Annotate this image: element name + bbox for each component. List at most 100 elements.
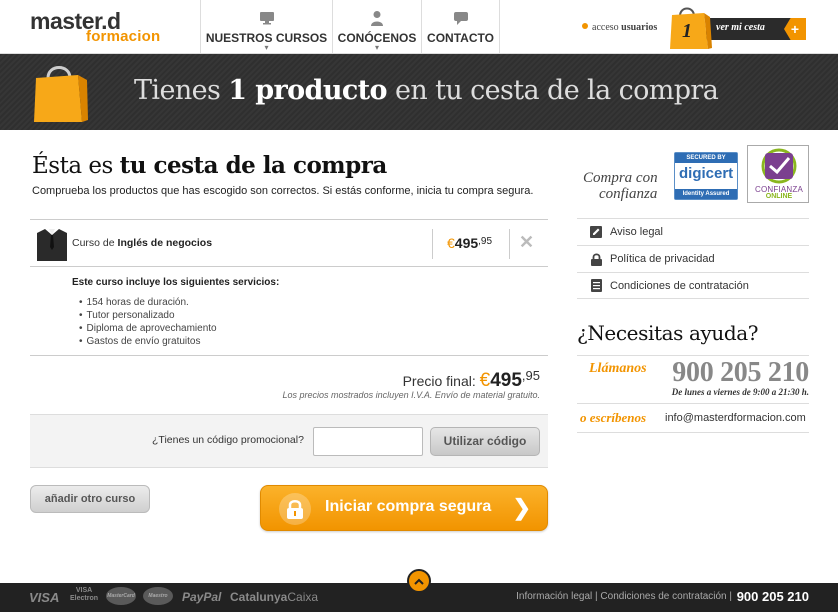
link-label: Aviso legal [610, 226, 663, 238]
cart-count: 1 [682, 20, 692, 42]
product-price: €495,95 [447, 235, 492, 251]
chevron-up-icon [414, 578, 424, 585]
help-phone[interactable]: 900 205 210 [672, 357, 809, 389]
lock-icon [589, 252, 603, 266]
banner-title-c: en tu cesta de la compra [394, 75, 719, 106]
final-price: Precio final: €495,95 [403, 368, 540, 392]
masterd-logo[interactable]: master.D Formacion [30, 10, 190, 46]
pencil-icon [589, 225, 603, 239]
title-b: tu cesta de la compra [119, 152, 388, 179]
help-hours: De lunes a viernes de 9:00 a 21:30 h. [671, 387, 809, 397]
footer-phone[interactable]: 900 205 210 [737, 589, 809, 604]
list-item: 154 horas de duración. [72, 296, 279, 309]
shopping-bag-icon [32, 62, 88, 124]
monitor-icon [258, 9, 276, 27]
cesta-bar: ver mi cesta + [706, 18, 806, 40]
cart-banner: Tienes 1 producto en tu cesta de la comp… [0, 54, 838, 130]
suit-icon [36, 227, 68, 261]
promo-code-section: ¿Tienes un código promocional? Utilizar … [30, 414, 548, 468]
main-nav: NUESTROS CURSOS ▾ CONÓCENOS ▾ CONTACTO [200, 0, 500, 54]
currency-symbol: € [447, 235, 455, 251]
list-item: Gastos de envío gratuitos [72, 335, 279, 348]
help-title: ¿Necesitas ayuda? [577, 321, 759, 345]
final-price-int: 495 [490, 370, 522, 391]
divider [432, 229, 433, 259]
ver-mi-cesta-button[interactable]: ver mi cesta + 1 [668, 4, 810, 50]
services-list: 154 horas de duración. Tutor personaliza… [72, 296, 279, 348]
logo-text-formacion: Formacion [86, 28, 161, 45]
sidebar-link-aviso-legal[interactable]: Aviso legal [577, 218, 809, 245]
currency-symbol: € [479, 370, 491, 391]
digicert-seal[interactable]: SECURED BY digicert Identity Assured [674, 152, 738, 200]
confianza-line1: Compra con [583, 170, 658, 186]
banner-title: Tienes 1 producto en tu cesta de la comp… [134, 75, 719, 106]
final-price-label: Precio final: [402, 373, 476, 389]
remove-product-button[interactable]: ✕ [519, 232, 534, 253]
confianza-online-seal[interactable]: CONFIANZA ONLINE [747, 145, 809, 203]
legal-links: Aviso legal Política de privacidad Condi… [577, 218, 809, 299]
title-a: Ésta es [32, 153, 113, 179]
sidebar-link-privacidad[interactable]: Política de privacidad [577, 245, 809, 272]
start-secure-purchase-button[interactable]: Iniciar compra segura ❯ [260, 485, 548, 531]
final-price-dec: ,95 [521, 368, 540, 383]
nav-item-cursos[interactable]: NUESTROS CURSOS ▾ [200, 0, 332, 54]
product-name[interactable]: Curso de Inglés de negocios [72, 237, 212, 249]
lock-icon [279, 493, 311, 525]
visa-electron-logo: VISA Electron [70, 587, 98, 603]
divider [577, 432, 809, 433]
visa-electron-line2: Electron [70, 595, 99, 602]
price-int: 495 [454, 235, 479, 251]
product-name-prefix: Curso de [72, 237, 115, 249]
page-description: Comprueba los productos que has escogido… [32, 185, 534, 197]
digicert-top: SECURED BY [675, 153, 737, 163]
digicert-mid: digicert [679, 165, 734, 182]
llamanos-label: Llámanos [589, 361, 647, 376]
divider [30, 355, 548, 356]
services-title: Este curso incluye los siguientes servic… [72, 277, 280, 288]
product-name-bold: Inglés de negocios [117, 237, 213, 249]
confianza-line2: confianza [599, 186, 658, 202]
co-line2: ONLINE [765, 193, 793, 200]
sidebar-link-condiciones[interactable]: Condiciones de contratación [577, 272, 809, 299]
nav-item-conocenos[interactable]: CONÓCENOS ▾ [332, 0, 421, 54]
document-icon [589, 279, 603, 293]
catalunyacaixa-logo: CatalunyaCaixa [230, 590, 318, 604]
chevron-down-icon: ▾ [264, 43, 269, 52]
link-label: Política de privacidad [610, 253, 715, 265]
speech-bubble-icon [452, 9, 470, 27]
mastercard-logo: MasterCard [106, 587, 136, 605]
acceso-prefix: acceso [592, 22, 619, 33]
services-section: Este curso incluye los siguientes servic… [72, 277, 279, 348]
footer-links[interactable]: Información legal | Condiciones de contr… [516, 591, 732, 602]
compra-confianza-text: Compra con confianza [583, 170, 658, 202]
help-email-link[interactable]: info@masterdformacion.com [665, 412, 806, 424]
cesta-label: ver mi cesta [716, 22, 765, 33]
product-row: Curso de Inglés de negocios €495,95 ✕ [30, 219, 548, 267]
digicert-bottom: Identity Assured [675, 189, 737, 199]
escribenos-label: o escríbenos [580, 410, 647, 425]
nav-item-contacto[interactable]: CONTACTO [421, 0, 500, 54]
utilizar-codigo-button[interactable]: Utilizar código [430, 427, 540, 456]
visa-logo: VISA [29, 590, 60, 605]
confianza-online-logo-icon [761, 148, 797, 184]
scroll-top-button[interactable] [407, 569, 431, 593]
caixa-bold: Catalunya [230, 590, 288, 604]
person-icon [368, 9, 386, 27]
banner-title-a: Tienes [134, 75, 221, 106]
caixa-light: Caixa [287, 590, 319, 604]
nav-label: CONTACTO [427, 31, 494, 45]
promo-label: ¿Tienes un código promocional? [152, 434, 304, 446]
page-title: Ésta es tu cesta de la compra [32, 152, 387, 179]
site-header: master.D Formacion NUESTROS CURSOS ▾ CON… [0, 0, 838, 54]
banner-title-b: 1 producto [228, 75, 387, 106]
plus-icon: + [784, 18, 806, 40]
list-item: Tutor personalizado [72, 309, 279, 322]
add-course-button[interactable]: añadir otro curso [30, 485, 150, 513]
bullet-dot-icon [582, 23, 588, 29]
visa-electron-line1: VISA [75, 587, 93, 594]
acceso-usuarios-link[interactable]: acceso usuarios [582, 22, 657, 33]
link-label: Condiciones de contratación [610, 279, 749, 292]
promo-code-input[interactable] [313, 427, 423, 456]
chevron-right-icon: ❯ [512, 495, 531, 520]
paypal-logo: PayPal [182, 590, 222, 604]
